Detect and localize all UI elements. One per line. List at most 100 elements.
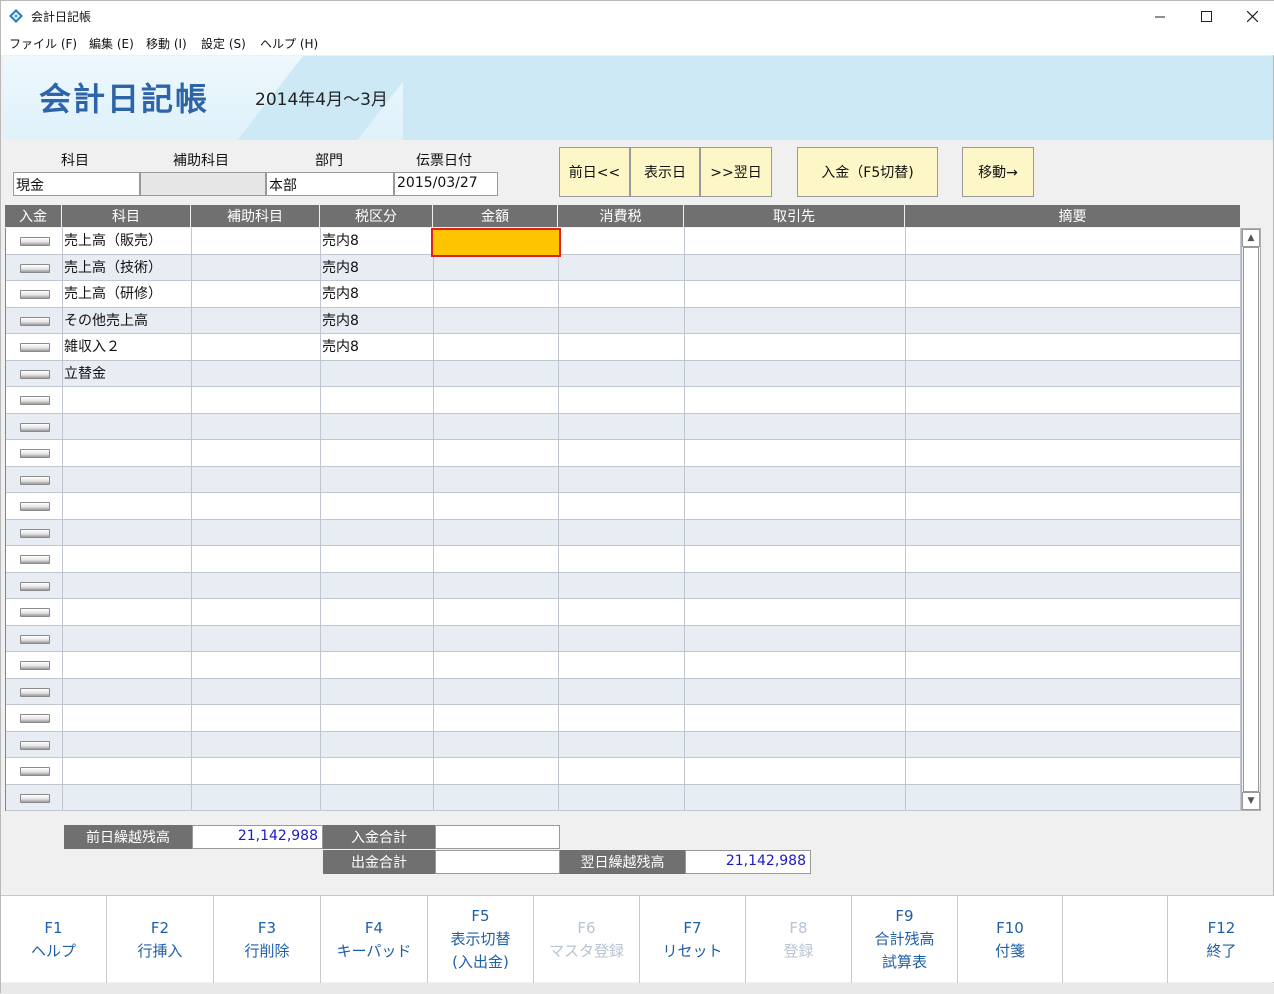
- tax-category-cell[interactable]: [321, 466, 434, 493]
- memo-cell[interactable]: [906, 519, 1241, 546]
- deposit-toggle-checkbox[interactable]: [20, 343, 50, 352]
- deposit-toggle-checkbox[interactable]: [20, 581, 50, 591]
- deposit-checkbox-cell[interactable]: [6, 307, 63, 334]
- deposit-toggle-checkbox[interactable]: [20, 634, 50, 644]
- memo-cell[interactable]: [906, 334, 1241, 361]
- consumption-tax-cell[interactable]: [559, 307, 685, 334]
- table-row[interactable]: [6, 387, 1241, 414]
- f12-exit-button[interactable]: F12 終了: [1168, 896, 1274, 983]
- table-row[interactable]: [6, 784, 1241, 811]
- partner-cell[interactable]: [685, 758, 906, 785]
- consumption-tax-cell[interactable]: [559, 440, 685, 467]
- deposit-toggle-checkbox[interactable]: [20, 661, 50, 670]
- account-cell[interactable]: [63, 625, 192, 652]
- account-cell[interactable]: [63, 599, 192, 626]
- partner-cell[interactable]: [685, 731, 906, 758]
- consumption-tax-cell[interactable]: [559, 705, 685, 732]
- sub-account-cell[interactable]: [192, 731, 321, 758]
- partner-cell[interactable]: [685, 228, 906, 255]
- vertical-scrollbar[interactable]: ▲ ▼: [1241, 228, 1261, 811]
- memo-cell[interactable]: [906, 413, 1241, 440]
- account-cell[interactable]: [63, 705, 192, 732]
- deposit-checkbox-cell[interactable]: [6, 228, 63, 255]
- deposit-checkbox-cell[interactable]: [6, 281, 63, 308]
- memo-cell[interactable]: [906, 307, 1241, 334]
- memo-cell[interactable]: [906, 572, 1241, 599]
- amount-cell[interactable]: [434, 678, 559, 705]
- table-row[interactable]: [6, 758, 1241, 785]
- partner-cell[interactable]: [685, 307, 906, 334]
- memo-cell[interactable]: [906, 254, 1241, 281]
- deposit-toggle-checkbox[interactable]: [20, 475, 50, 485]
- table-row[interactable]: [6, 466, 1241, 493]
- tax-category-cell[interactable]: 売内8: [321, 281, 434, 308]
- partner-cell[interactable]: [685, 281, 906, 308]
- deposit-toggle-checkbox[interactable]: [20, 369, 50, 379]
- memo-cell[interactable]: [906, 466, 1241, 493]
- consumption-tax-cell[interactable]: [559, 784, 685, 811]
- deposit-toggle-button[interactable]: 入金（F5切替): [797, 147, 938, 197]
- memo-cell[interactable]: [906, 440, 1241, 467]
- consumption-tax-cell[interactable]: [559, 254, 685, 281]
- deposit-checkbox-cell[interactable]: [6, 731, 63, 758]
- memo-cell[interactable]: [906, 625, 1241, 652]
- table-row[interactable]: [6, 731, 1241, 758]
- f3-delete-row-button[interactable]: F3 行削除: [214, 896, 321, 983]
- consumption-tax-cell[interactable]: [559, 228, 685, 255]
- deposit-checkbox-cell[interactable]: [6, 254, 63, 281]
- partner-cell[interactable]: [685, 784, 906, 811]
- table-row[interactable]: [6, 440, 1241, 467]
- f7-reset-button[interactable]: F7 リセット: [640, 896, 746, 983]
- sub-account-cell[interactable]: [192, 784, 321, 811]
- department-field[interactable]: 本部: [266, 172, 394, 196]
- consumption-tax-cell[interactable]: [559, 731, 685, 758]
- deposit-toggle-checkbox[interactable]: [20, 767, 50, 776]
- account-cell[interactable]: 売上高（研修）: [63, 281, 192, 308]
- consumption-tax-cell[interactable]: [559, 652, 685, 679]
- deposit-checkbox-cell[interactable]: [6, 413, 63, 440]
- account-cell[interactable]: 売上高（技術）: [63, 254, 192, 281]
- deposit-checkbox-cell[interactable]: [6, 652, 63, 679]
- table-row[interactable]: 売上高（販売） 売内8: [6, 228, 1241, 255]
- show-day-button[interactable]: 表示日: [630, 147, 700, 197]
- account-cell[interactable]: [63, 519, 192, 546]
- tax-category-cell[interactable]: [321, 784, 434, 811]
- amount-cell[interactable]: [434, 546, 559, 573]
- consumption-tax-cell[interactable]: [559, 519, 685, 546]
- sub-account-cell[interactable]: [192, 652, 321, 679]
- table-row[interactable]: [6, 678, 1241, 705]
- amount-cell[interactable]: [434, 281, 559, 308]
- deposit-toggle-checkbox[interactable]: [20, 422, 50, 432]
- account-cell[interactable]: [63, 546, 192, 573]
- sub-account-cell[interactable]: [192, 546, 321, 573]
- table-row[interactable]: [6, 599, 1241, 626]
- consumption-tax-cell[interactable]: [559, 360, 685, 387]
- f4-keypad-button[interactable]: F4 キーパッド: [321, 896, 428, 983]
- sub-account-cell[interactable]: [192, 360, 321, 387]
- consumption-tax-cell[interactable]: [559, 599, 685, 626]
- amount-cell[interactable]: [434, 519, 559, 546]
- account-cell[interactable]: [63, 413, 192, 440]
- deposit-checkbox-cell[interactable]: [6, 705, 63, 732]
- deposit-checkbox-cell[interactable]: [6, 519, 63, 546]
- memo-cell[interactable]: [906, 678, 1241, 705]
- deposit-checkbox-cell[interactable]: [6, 784, 63, 811]
- tax-category-cell[interactable]: 売内8: [321, 228, 434, 255]
- f5-toggle-view-button[interactable]: F5 表示切替 (入出金): [428, 896, 534, 983]
- table-row[interactable]: 売上高（研修） 売内8: [6, 281, 1241, 308]
- deposit-toggle-checkbox[interactable]: [20, 502, 50, 511]
- account-cell[interactable]: [63, 572, 192, 599]
- amount-cell[interactable]: [434, 334, 559, 361]
- account-cell[interactable]: [63, 731, 192, 758]
- amount-cell[interactable]: [434, 625, 559, 652]
- tax-category-cell[interactable]: [321, 546, 434, 573]
- amount-cell[interactable]: [434, 254, 559, 281]
- deposit-toggle-checkbox[interactable]: [20, 396, 50, 405]
- sub-account-cell[interactable]: [192, 281, 321, 308]
- amount-cell[interactable]: [434, 784, 559, 811]
- amount-cell[interactable]: [434, 493, 559, 520]
- tax-category-cell[interactable]: [321, 678, 434, 705]
- voucher-date-field[interactable]: 2015/03/27: [394, 172, 498, 196]
- deposit-checkbox-cell[interactable]: [6, 758, 63, 785]
- consumption-tax-cell[interactable]: [559, 572, 685, 599]
